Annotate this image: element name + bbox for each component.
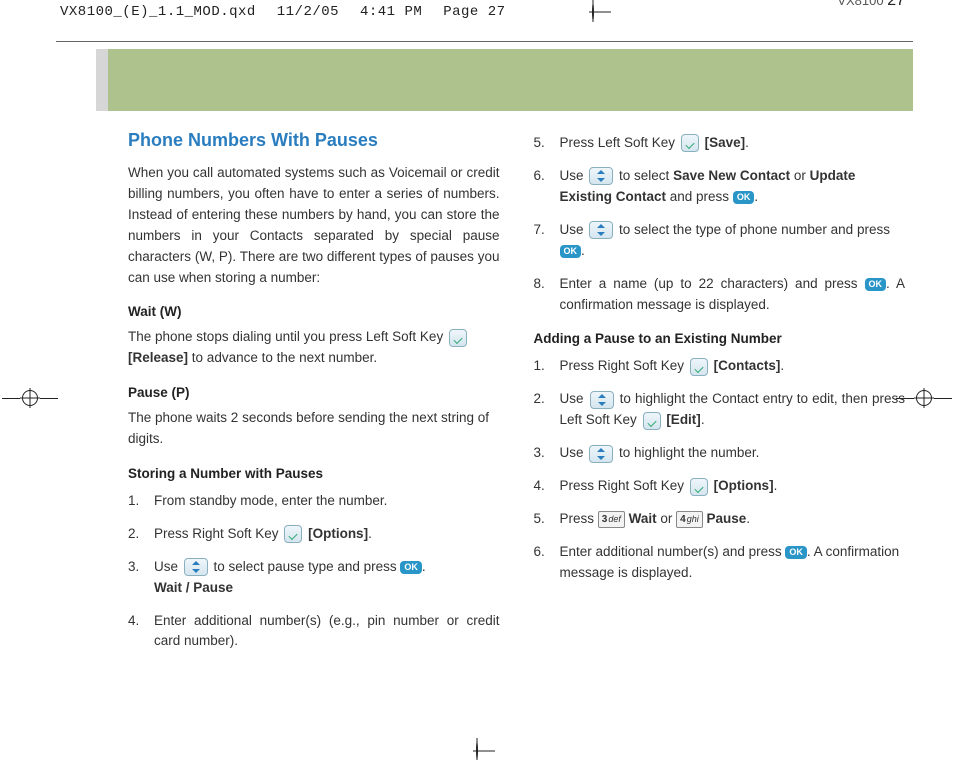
text: [Options] <box>308 526 368 541</box>
rule-line <box>56 41 913 42</box>
text: or <box>790 168 810 183</box>
subhead-wait: Wait (W) <box>128 302 500 323</box>
text: to select pause type and press <box>214 559 401 574</box>
list-item: Enter additional number(s) and press OK.… <box>534 542 906 584</box>
text: Press Right Soft Key <box>154 526 282 541</box>
right-soft-key-icon <box>284 525 302 543</box>
text: and press <box>666 189 733 204</box>
nav-key-icon <box>590 391 614 409</box>
text: [Options] <box>714 478 774 493</box>
list-item: Use to select Save New Contact or Update… <box>534 166 906 208</box>
preflight-filename: VX8100_(E)_1.1_MOD.qxd <box>60 4 256 20</box>
keypad-4-icon: 4ghi <box>676 511 703 528</box>
text: . <box>745 135 749 150</box>
list-item: Use to highlight the Contact entry to ed… <box>534 389 906 431</box>
list-item: Press Right Soft Key [Options]. <box>534 476 906 497</box>
subhead-pause: Pause (P) <box>128 383 500 404</box>
left-soft-key-icon <box>681 134 699 152</box>
text: . <box>780 358 784 373</box>
text: Press Right Soft Key <box>560 358 688 373</box>
text: Enter additional number(s) (e.g., pin nu… <box>154 613 500 649</box>
ok-key-icon: OK <box>733 191 755 204</box>
nav-key-icon <box>184 558 208 576</box>
text: to select the type of phone number and p… <box>619 222 890 237</box>
left-soft-key-icon <box>449 329 467 347</box>
header-band <box>108 49 913 111</box>
preflight-header: VX8100_(E)_1.1_MOD.qxd 11/2/05 4:41 PM P… <box>0 0 954 20</box>
ok-key-icon: OK <box>560 245 582 258</box>
text: The phone stops dialing until you press … <box>128 329 447 344</box>
text: Save New Contact <box>673 168 790 183</box>
text: Use <box>560 445 588 460</box>
text: Press Left Soft Key <box>560 135 679 150</box>
text: Press <box>560 511 598 526</box>
list-item: Press Right Soft Key [Options]. <box>128 524 500 545</box>
text: From standby mode, enter the number. <box>154 493 387 508</box>
text: to highlight the number. <box>619 445 759 460</box>
footer-page-number: 27 <box>887 0 905 9</box>
pause-text: The phone waits 2 seconds before sending… <box>128 408 500 450</box>
nav-key-icon <box>589 167 613 185</box>
preflight-time: 4:41 PM <box>360 4 422 20</box>
text: [Contacts] <box>714 358 781 373</box>
left-soft-key-icon <box>643 412 661 430</box>
list-item: Press 3def Wait or 4ghi Pause. <box>534 509 906 530</box>
text: Use <box>154 559 182 574</box>
page-frame: Phone Numbers With Pauses When you call … <box>55 22 914 43</box>
page-footer: VX8100 27 <box>837 0 905 10</box>
registration-mark-icon <box>476 742 478 760</box>
text: Wait / Pause <box>154 578 500 599</box>
list-item: Use to highlight the number. <box>534 443 906 464</box>
text: [Release] <box>128 350 188 365</box>
list-item: Press Left Soft Key [Save]. <box>534 133 906 154</box>
text: Use <box>560 168 588 183</box>
text: . <box>754 189 758 204</box>
ok-key-icon: OK <box>865 278 887 291</box>
text: [Save] <box>705 135 746 150</box>
text: Enter additional number(s) and press <box>560 544 786 559</box>
registration-mark-icon <box>592 4 594 20</box>
text: . <box>368 526 372 541</box>
text: Use <box>560 222 588 237</box>
storing-steps: From standby mode, enter the number. Pre… <box>128 491 500 653</box>
text: Use <box>560 391 588 406</box>
text: . <box>746 511 750 526</box>
intro-paragraph: When you call automated systems such as … <box>128 163 500 289</box>
ok-key-icon: OK <box>400 561 422 574</box>
list-item: Use to select pause type and press OK. W… <box>128 557 500 599</box>
list-item: From standby mode, enter the number. <box>128 491 500 512</box>
text: [Edit] <box>666 412 701 427</box>
nav-key-icon <box>589 221 613 239</box>
list-item: Use to select the type of phone number a… <box>534 220 906 262</box>
text: . <box>581 243 585 258</box>
text: . <box>701 412 705 427</box>
registration-mark-icon <box>2 390 58 406</box>
text: Pause <box>706 511 746 526</box>
text: Press Right Soft Key <box>560 478 688 493</box>
list-item: Press Right Soft Key [Contacts]. <box>534 356 906 377</box>
section-title: Phone Numbers With Pauses <box>128 127 500 155</box>
text: or <box>657 511 677 526</box>
preflight-page: Page 27 <box>443 4 505 20</box>
keypad-3-icon: 3def <box>598 511 625 528</box>
storing-steps-cont: Press Left Soft Key [Save]. Use to selec… <box>534 133 906 315</box>
text: Enter a name (up to 22 characters) and p… <box>560 276 865 291</box>
preflight-date: 11/2/05 <box>277 4 339 20</box>
adding-steps: Press Right Soft Key [Contacts]. Use to … <box>534 356 906 583</box>
text: . <box>422 559 426 574</box>
footer-model: VX8100 <box>837 0 883 8</box>
right-soft-key-icon <box>690 478 708 496</box>
text: . <box>774 478 778 493</box>
list-item: Enter a name (up to 22 characters) and p… <box>534 274 906 316</box>
subhead-storing: Storing a Number with Pauses <box>128 464 500 485</box>
text: to advance to the next number. <box>188 350 377 365</box>
ok-key-icon: OK <box>785 546 807 559</box>
subhead-adding: Adding a Pause to an Existing Number <box>534 329 906 350</box>
nav-key-icon <box>589 445 613 463</box>
text: Wait <box>629 511 657 526</box>
right-soft-key-icon <box>690 358 708 376</box>
list-item: Enter additional number(s) (e.g., pin nu… <box>128 611 500 653</box>
text: to select <box>619 168 673 183</box>
wait-text: The phone stops dialing until you press … <box>128 327 500 369</box>
